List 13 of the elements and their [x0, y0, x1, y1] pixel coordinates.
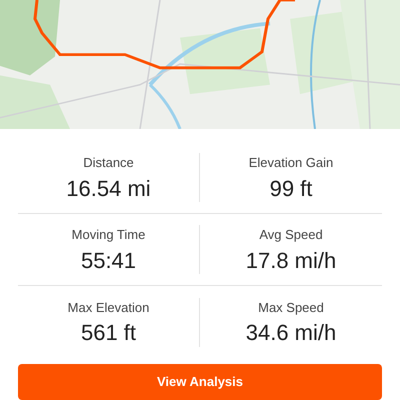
stat-value: 17.8 mi/h	[246, 246, 336, 274]
stat-value: 99 ft	[270, 174, 312, 202]
stat-value: 55:41	[80, 246, 136, 274]
stat-label: Elevation Gain	[248, 154, 334, 172]
stat-label: Distance	[83, 154, 134, 172]
stat-value: 34.6 mi/h	[246, 319, 336, 346]
view-analysis-button[interactable]: View Analysis	[18, 364, 382, 400]
stat-label: Avg Speed	[259, 226, 323, 244]
stat-label: Moving Time	[72, 226, 146, 244]
stat-value: 561 ft	[80, 319, 136, 346]
stat-label: Max Elevation	[68, 298, 150, 316]
stat-value: 16.54 mi	[66, 174, 151, 202]
stat-label: Max Speed	[258, 298, 324, 317]
